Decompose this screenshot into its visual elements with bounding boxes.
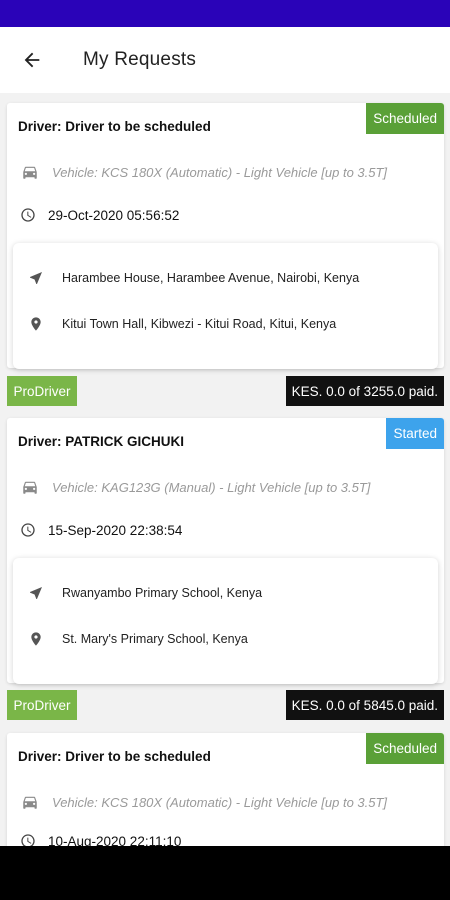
clock-icon bbox=[21, 523, 35, 537]
dropoff-address: Kitui Town Hall, Kibwezi - Kitui Road, K… bbox=[62, 317, 337, 331]
vehicle-info: Vehicle: KCS 180X (Automatic) - Light Ve… bbox=[52, 164, 388, 180]
car-icon bbox=[23, 796, 37, 809]
request-datetime: 29-Oct-2020 05:56:52 bbox=[48, 207, 180, 223]
status-badge: Started bbox=[386, 418, 444, 449]
vehicle-row: Vehicle: KCS 180X (Automatic) - Light Ve… bbox=[18, 163, 387, 181]
location-pin-icon bbox=[31, 317, 41, 331]
dropoff-row: St. Mary's Primary School, Kenya bbox=[28, 631, 248, 647]
clock-icon bbox=[21, 834, 35, 846]
dropoff-address: St. Mary's Primary School, Kenya bbox=[62, 632, 248, 646]
app-bar: My Requests bbox=[0, 27, 450, 93]
request-card[interactable]: Driver: Driver to be scheduled Scheduled… bbox=[7, 733, 444, 846]
service-tag: ProDriver bbox=[7, 690, 77, 720]
clock-icon bbox=[21, 208, 35, 222]
requests-list[interactable]: Driver: Driver to be scheduled Scheduled… bbox=[0, 93, 450, 846]
status-badge: Scheduled bbox=[366, 103, 444, 134]
vehicle-row: Vehicle: KAG123G (Manual) - Light Vehicl… bbox=[18, 478, 370, 496]
driver-name: Driver: Driver to be scheduled bbox=[18, 119, 211, 134]
service-tag: ProDriver bbox=[7, 376, 77, 406]
date-row: 10-Aug-2020 22:11:10 bbox=[20, 833, 181, 846]
request-footer: ProDriver KES. 0.0 of 5845.0 paid. bbox=[7, 690, 444, 720]
request-footer: ProDriver KES. 0.0 of 3255.0 paid. bbox=[7, 376, 444, 406]
dropoff-row: Kitui Town Hall, Kibwezi - Kitui Road, K… bbox=[28, 316, 336, 332]
driver-name: Driver: PATRICK GICHUKI bbox=[18, 434, 185, 449]
address-box: Harambee House, Harambee Avenue, Nairobi… bbox=[13, 243, 438, 369]
vehicle-row: Vehicle: KCS 180X (Automatic) - Light Ve… bbox=[18, 793, 387, 811]
navigation-arrow-icon bbox=[30, 272, 42, 284]
status-bar bbox=[0, 0, 450, 27]
pickup-address: Harambee House, Harambee Avenue, Nairobi… bbox=[62, 271, 360, 285]
payment-status: KES. 0.0 of 5845.0 paid. bbox=[285, 690, 444, 720]
page-title: My Requests bbox=[83, 49, 197, 70]
date-row: 15-Sep-2020 22:38:54 bbox=[20, 522, 182, 538]
car-icon bbox=[23, 481, 37, 494]
status-badge: Scheduled bbox=[366, 733, 444, 764]
request-datetime: 10-Aug-2020 22:11:10 bbox=[48, 833, 182, 847]
request-card[interactable]: Driver: Driver to be scheduled Scheduled… bbox=[7, 103, 444, 369]
vehicle-info: Vehicle: KAG123G (Manual) - Light Vehicl… bbox=[52, 479, 371, 495]
date-row: 29-Oct-2020 05:56:52 bbox=[20, 207, 179, 223]
car-icon bbox=[23, 166, 37, 179]
address-box: Rwanyambo Primary School, Kenya St. Mary… bbox=[13, 558, 438, 684]
pickup-row: Harambee House, Harambee Avenue, Nairobi… bbox=[28, 270, 359, 286]
back-button[interactable] bbox=[0, 27, 64, 93]
request-datetime: 15-Sep-2020 22:38:54 bbox=[48, 522, 183, 538]
vehicle-info: Vehicle: KCS 180X (Automatic) - Light Ve… bbox=[52, 794, 388, 810]
payment-status: KES. 0.0 of 3255.0 paid. bbox=[285, 376, 444, 406]
driver-name: Driver: Driver to be scheduled bbox=[18, 749, 211, 764]
navigation-arrow-icon bbox=[30, 587, 42, 599]
arrow-left-icon bbox=[24, 52, 40, 68]
request-card[interactable]: Driver: PATRICK GICHUKI Started Vehicle:… bbox=[7, 418, 444, 684]
pickup-row: Rwanyambo Primary School, Kenya bbox=[28, 585, 262, 601]
pickup-address: Rwanyambo Primary School, Kenya bbox=[62, 586, 263, 600]
system-navigation-bar bbox=[0, 846, 450, 900]
location-pin-icon bbox=[31, 632, 41, 646]
